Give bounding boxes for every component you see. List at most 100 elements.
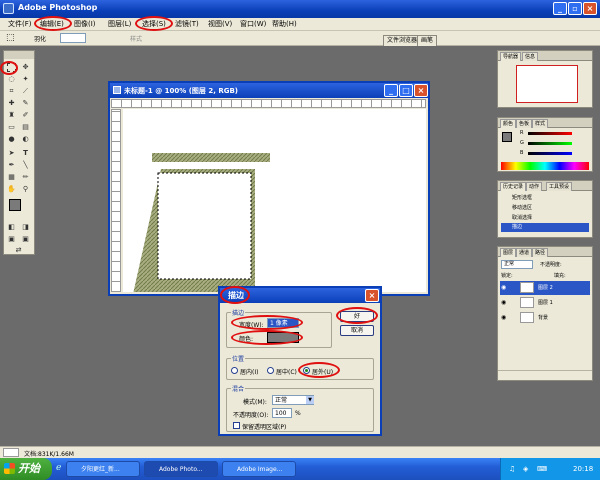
channel-r-slider[interactable] — [528, 132, 572, 135]
channel-b-slider[interactable] — [528, 152, 572, 155]
dialog-close-button[interactable]: × — [365, 289, 379, 302]
tab-color[interactable]: 颜色 — [500, 119, 517, 128]
fg-bg-mini-swatch[interactable] — [502, 132, 512, 142]
visibility-eye-icon[interactable]: ◉ — [501, 284, 506, 291]
center-radio[interactable] — [267, 367, 274, 374]
layer-opacity-label: 不透明度: — [540, 262, 562, 268]
restore-button[interactable]: ▫ — [568, 2, 582, 15]
lasso-tool-icon[interactable]: ◌ — [7, 75, 16, 84]
zoom-tool-icon[interactable]: ⚲ — [21, 185, 30, 194]
layer-name: 图层 1 — [538, 300, 553, 306]
eraser-tool-icon[interactable]: ▭ — [7, 123, 16, 132]
tab-channels[interactable]: 通道 — [516, 248, 533, 257]
channel-b-label: B — [520, 150, 524, 156]
taskbar-button[interactable]: Adobe Image... — [222, 461, 296, 477]
menu-view[interactable]: 视图(V) — [206, 19, 234, 29]
layer-thumbnail — [520, 297, 534, 308]
menu-file[interactable]: 文件(F) — [6, 19, 34, 29]
blur-tool-icon[interactable]: ● — [7, 135, 16, 144]
layer-row-active[interactable]: ◉ 图层 2 — [500, 281, 590, 295]
tray-network-icon[interactable]: ♫ — [509, 458, 515, 480]
tab-paths[interactable]: 路径 — [532, 248, 549, 257]
tray-clock[interactable]: 20:18 — [573, 458, 593, 480]
healing-brush-icon[interactable]: ✚ — [7, 99, 16, 108]
zoom-readout-box[interactable] — [3, 448, 19, 457]
history-item[interactable]: 移动选区 — [512, 204, 532, 211]
tray-volume-icon[interactable]: ◈ — [523, 458, 528, 480]
tab-info[interactable]: 信息 — [522, 52, 539, 61]
menu-layer[interactable]: 图层(L) — [106, 19, 133, 29]
crop-tool-icon[interactable]: ⌗ — [7, 87, 16, 96]
quick-launch-ie-icon[interactable]: ℯ — [56, 463, 61, 473]
close-button[interactable]: × — [583, 2, 597, 15]
color-spectrum-bar[interactable] — [501, 162, 589, 170]
tab-file-browser[interactable]: 文件浏览器 — [383, 35, 422, 46]
type-tool-icon[interactable]: T — [21, 149, 30, 158]
layer-row[interactable]: ◉ 背景 — [500, 311, 590, 325]
quick-mask-icon[interactable]: ◧ — [7, 223, 16, 232]
feather-input[interactable] — [60, 33, 86, 43]
mode-dropdown-arrow-icon[interactable]: ▼ — [306, 396, 314, 404]
highlight-ring — [231, 315, 303, 330]
eyedropper-tool-icon[interactable]: ✏ — [21, 173, 30, 182]
doc-close-button[interactable]: × — [414, 84, 428, 97]
tools-palette: ✥ ◌ ✦ ⌗ ⟋ ✚ ✎ ♜ ✐ ▭ ▤ ● ◐ ➤ T ✒ ╲ ▦ ✏ ✋ … — [0, 50, 35, 255]
menu-help[interactable]: 帮助(H) — [270, 19, 299, 29]
stamp-tool-icon[interactable]: ♜ — [7, 111, 16, 120]
tool-preset-icon[interactable]: ⬚ — [6, 33, 15, 43]
hand-tool-icon[interactable]: ✋ — [7, 185, 16, 194]
center-label: 居中(C) — [276, 369, 297, 376]
inside-radio[interactable] — [231, 367, 238, 374]
layer-blend-mode-select[interactable]: 正常 — [501, 260, 533, 269]
dodge-tool-icon[interactable]: ◐ — [21, 135, 30, 144]
history-item-active[interactable]: 描边 — [501, 223, 589, 232]
visibility-eye-icon[interactable]: ◉ — [501, 299, 506, 306]
path-select-icon[interactable]: ➤ — [7, 149, 16, 158]
move-tool-icon[interactable]: ✥ — [21, 63, 30, 72]
tab-styles[interactable]: 样式 — [532, 119, 549, 128]
doc-maximize-button[interactable]: □ — [399, 84, 413, 97]
standard-mode-icon[interactable]: ◨ — [21, 223, 30, 232]
preserve-checkbox[interactable] — [233, 422, 240, 429]
menu-window[interactable]: 窗口(W) — [238, 19, 268, 29]
tab-navigator[interactable]: 导航器 — [500, 52, 522, 61]
magic-wand-icon[interactable]: ✦ — [21, 75, 30, 84]
tab-actions[interactable]: 动作 — [526, 182, 543, 191]
history-item[interactable]: 矩形选框 — [512, 194, 532, 201]
visibility-eye-icon[interactable]: ◉ — [501, 314, 506, 321]
navigator-palette: 导航器 信息 — [497, 50, 593, 108]
tab-layers[interactable]: 图层 — [500, 248, 517, 257]
layer-row[interactable]: ◉ 图层 1 — [500, 296, 590, 310]
cancel-button[interactable]: 取消 — [340, 325, 374, 336]
history-brush-icon[interactable]: ✐ — [21, 111, 30, 120]
notes-tool-icon[interactable]: ▦ — [7, 173, 16, 182]
opacity-input[interactable]: 100 — [272, 408, 292, 418]
highlight-ring — [231, 330, 303, 345]
menu-image[interactable]: 图像(I) — [72, 19, 98, 29]
tab-brushes[interactable]: 画笔 — [417, 35, 438, 46]
tab-swatches[interactable]: 色板 — [516, 119, 533, 128]
brush-tool-icon[interactable]: ✎ — [21, 99, 30, 108]
jump-imageready-icon[interactable]: ⇄ — [14, 246, 23, 255]
slice-tool-icon[interactable]: ⟋ — [21, 87, 30, 96]
minimize-button[interactable]: _ — [553, 2, 567, 15]
start-button[interactable]: 开始 — [0, 458, 52, 480]
line-tool-icon[interactable]: ╲ — [21, 161, 30, 170]
screen-mode-icon[interactable]: ▣ — [7, 235, 16, 244]
horizontal-ruler — [111, 99, 426, 108]
tab-tool-presets[interactable]: 工具预设 — [546, 182, 573, 191]
history-item[interactable]: 取消选择 — [512, 214, 532, 221]
tray-ime-icon[interactable]: ⌨ — [537, 458, 547, 480]
fullscreen-mode-icon[interactable]: ▣ — [21, 235, 30, 244]
taskbar-button[interactable]: 夕阳更红_新... — [66, 461, 140, 477]
channel-r-label: R — [520, 130, 524, 136]
image-canvas[interactable] — [123, 109, 426, 294]
foreground-color-swatch[interactable] — [9, 199, 21, 211]
gradient-tool-icon[interactable]: ▤ — [21, 123, 30, 132]
doc-minimize-button[interactable]: _ — [384, 84, 398, 97]
tab-history[interactable]: 历史记录 — [500, 182, 527, 191]
menu-filter[interactable]: 滤镜(T) — [173, 19, 201, 29]
taskbar-button-active[interactable]: Adobe Photo... — [144, 461, 218, 477]
pen-tool-icon[interactable]: ✒ — [7, 161, 16, 170]
channel-g-slider[interactable] — [528, 142, 572, 145]
